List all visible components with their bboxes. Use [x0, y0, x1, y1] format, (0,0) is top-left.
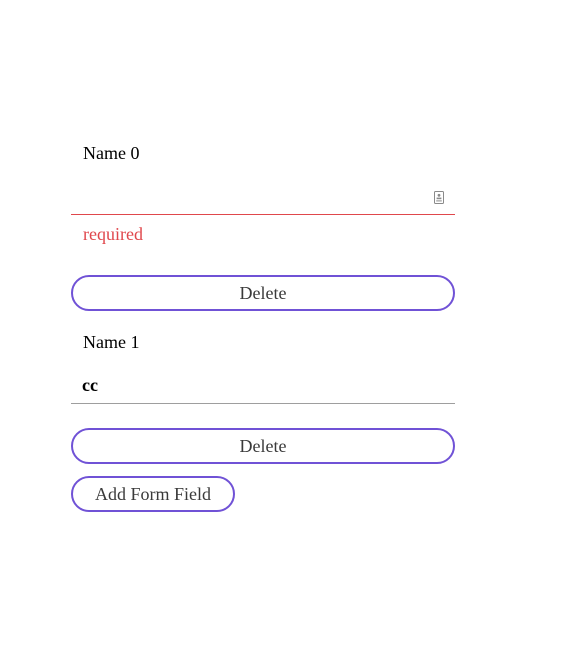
- field-row-name-0: [71, 175, 455, 215]
- delete-name-0-button[interactable]: Delete: [71, 275, 455, 311]
- field-label-name-0: Name 0: [83, 143, 140, 163]
- name-1-input[interactable]: [82, 372, 422, 398]
- contact-card-icon[interactable]: [434, 191, 444, 204]
- field-label-name-1: Name 1: [83, 332, 140, 352]
- add-form-field-button[interactable]: Add Form Field: [71, 476, 235, 512]
- delete-name-1-button[interactable]: Delete: [71, 428, 455, 464]
- field-row-name-1: [71, 364, 455, 404]
- name-0-error-message: required: [83, 224, 143, 244]
- name-0-input[interactable]: [82, 183, 422, 209]
